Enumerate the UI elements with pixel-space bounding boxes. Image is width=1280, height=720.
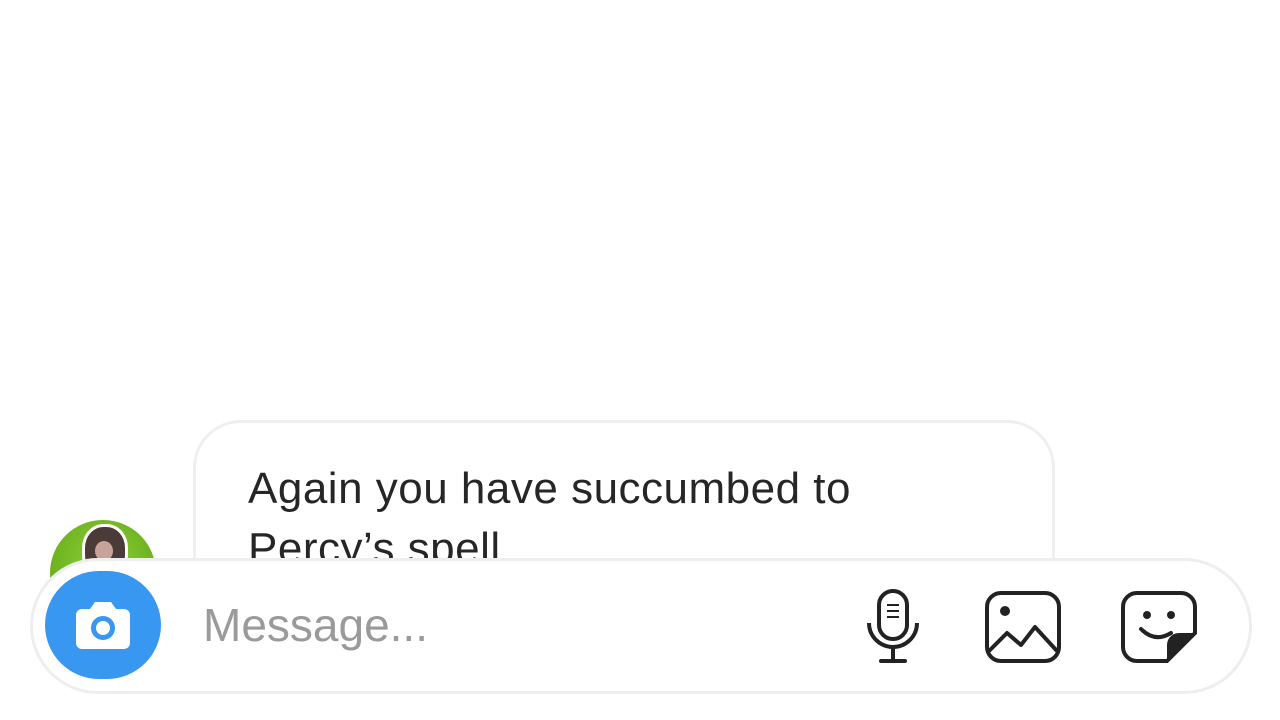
microphone-icon <box>867 589 919 663</box>
gallery-icon <box>985 591 1061 663</box>
camera-button[interactable] <box>45 571 161 679</box>
chat-screen: Again you have succumbed to Percy’s spel… <box>0 0 1280 720</box>
message-composer <box>30 558 1252 694</box>
camera-icon <box>76 602 130 649</box>
gallery-button[interactable] <box>981 587 1065 667</box>
message-input[interactable] <box>203 589 803 661</box>
sticker-icon <box>1121 591 1197 663</box>
sticker-button[interactable] <box>1117 587 1201 667</box>
microphone-button[interactable] <box>851 587 935 667</box>
